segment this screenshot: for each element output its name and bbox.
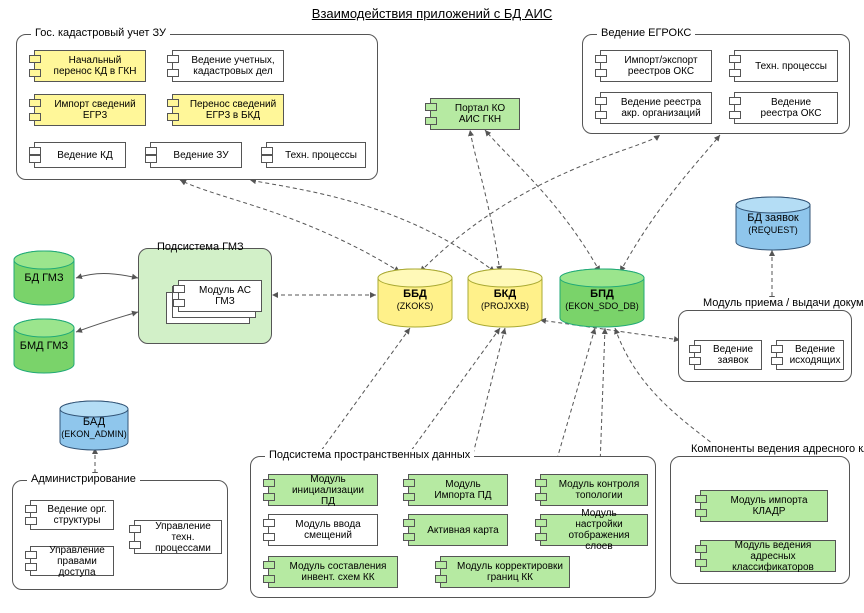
group-label-egroks: Ведение ЕГРОКС — [597, 27, 695, 39]
comp-addr2: Модуль ведения адресных классификаторов — [700, 540, 836, 572]
cyl-bkd: БКД(PROJXXB) — [466, 268, 544, 330]
group-label-kadastr: Гос. кадастровый учет ЗУ — [31, 27, 170, 39]
comp-kad4: Перенос сведений ЕГР3 в БКД — [172, 94, 284, 126]
cyl-bpd: БПД(EKON_SDO_DB) — [558, 268, 646, 330]
comp-sp3: Модуль контроля топологии — [540, 474, 648, 506]
comp-kad3: Импорт сведений ЕГР3 — [34, 94, 146, 126]
group-label-spatial: Подсистема пространственных данных — [265, 449, 474, 461]
comp-sp8: Модуль корректировки границ КК — [440, 556, 570, 588]
comp-addr1: Модуль импорта КЛАДР — [700, 490, 828, 522]
comp-sp4: Модуль ввода смещений — [268, 514, 378, 546]
comp-egroks3: Ведение реестра акр. организаций — [600, 92, 712, 124]
comp-sp7: Модуль составления инвент. схем КК — [268, 556, 398, 588]
comp-admin3: Управление техн. процессами — [134, 520, 222, 554]
cyl-bdr: БД заявок(REQUEST) — [734, 196, 812, 252]
comp-sp6: Модуль настройки отображения слоев — [540, 514, 648, 546]
comp-sp1: Модуль инициализации ПД — [268, 474, 378, 506]
group-label-admin: Администрирование — [27, 473, 140, 485]
comp-kad7: Техн. процессы — [266, 142, 366, 168]
comp-kad2: Ведение учетных, кадастровых дел — [172, 50, 284, 82]
page-title: Взаимодействия приложений с БД АИС — [0, 6, 864, 21]
comp-admin2: Управление правами доступа — [30, 546, 114, 576]
comp-sp2: Модуль Импорта ПД — [408, 474, 508, 506]
cyl-bmdgmz: БМД ГМЗ — [12, 318, 76, 374]
comp-kad1: Начальный перенос КД в ГКН — [34, 50, 146, 82]
comp-doc1: Ведение заявок — [694, 340, 762, 370]
comp-egroks2: Техн. процессы — [734, 50, 838, 82]
comp-admin1: Ведение орг. структуры — [30, 500, 114, 530]
cyl-bdgmz: БД ГМЗ — [12, 250, 76, 306]
cyl-bad: БАД(EKON_ADMIN) — [58, 400, 130, 452]
cyl-bbd: ББД(ZKOKS) — [376, 268, 454, 330]
comp-kad5: Ведение КД — [34, 142, 126, 168]
comp-doc2: Ведение исходящих — [776, 340, 844, 370]
group-label-docflow: Модуль приема / выдачи документов — [699, 297, 864, 309]
group-label-gmz: Подсистема ГМЗ — [153, 241, 248, 253]
comp-sp5: Активная карта — [408, 514, 508, 546]
comp-portal: Портал КО АИС ГКН — [430, 98, 520, 130]
comp-kad6: Ведение ЗУ — [150, 142, 242, 168]
comp-gmzmod: Модуль АС ГМЗ — [178, 280, 262, 312]
group-label-addr: Компоненты ведения адресного классификат… — [687, 443, 864, 455]
comp-egroks1: Импорт/экспорт реестров ОКС — [600, 50, 712, 82]
comp-egroks4: Ведение реестра ОКС — [734, 92, 838, 124]
